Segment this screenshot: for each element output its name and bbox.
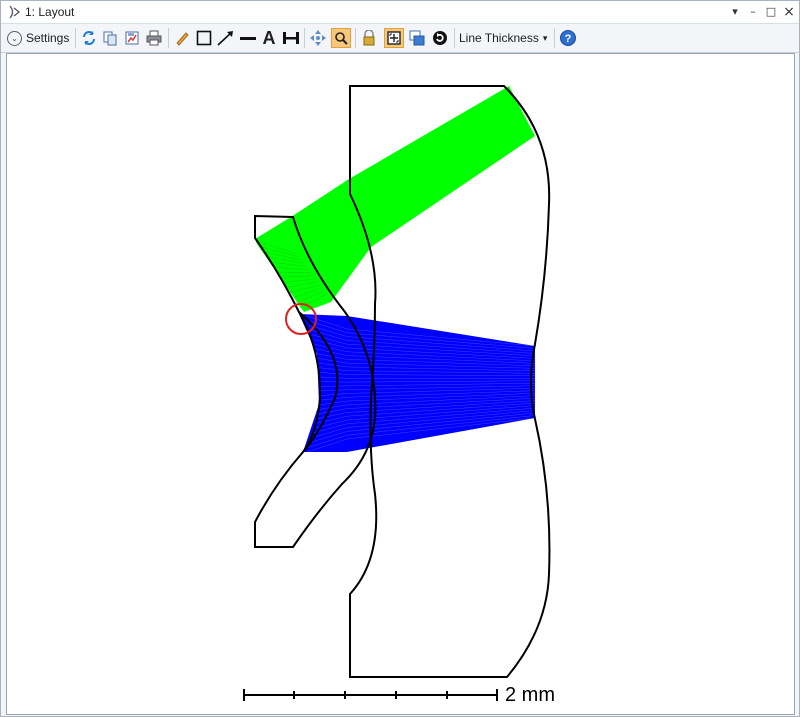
draw-rectangle-button[interactable] — [195, 28, 213, 48]
line-icon — [240, 37, 256, 40]
title-bar: 1: Layout ▾ – □ × — [1, 1, 799, 24]
draw-text-button[interactable]: A — [260, 28, 278, 48]
fit-window-button[interactable] — [384, 28, 404, 48]
toolbar-separator — [355, 28, 356, 48]
maximize-button[interactable]: □ — [762, 3, 780, 21]
draw-line-button[interactable] — [239, 28, 257, 48]
draw-arrow-button[interactable] — [217, 28, 235, 48]
layout-drawing — [243, 85, 551, 701]
toolbar-separator — [454, 28, 455, 48]
pencil-icon — [176, 32, 189, 46]
refresh-icon — [83, 31, 95, 45]
window-title: 1: Layout — [25, 5, 75, 19]
clone-window-icon — [409, 30, 425, 46]
rotate-icon — [433, 31, 447, 45]
chevron-down-icon: ⌄ — [7, 30, 22, 46]
settings-label: Settings — [26, 31, 70, 45]
window-app-icon — [9, 5, 21, 19]
print-icon — [146, 30, 162, 46]
save-icon — [125, 31, 139, 45]
rectangle-icon — [196, 30, 212, 46]
ray-bundle-green — [255, 86, 535, 312]
lock-icon — [363, 30, 375, 46]
svg-text:?: ? — [565, 33, 572, 45]
save-button[interactable] — [123, 28, 141, 48]
scale-bar — [243, 689, 498, 701]
rotate-button[interactable] — [431, 28, 449, 48]
toolbar-separator — [304, 28, 305, 48]
lock-button[interactable] — [360, 28, 378, 48]
toolbar: ⌄ Settings A Line Thickness ▾ ? — [1, 24, 799, 53]
clone-window-button[interactable] — [408, 28, 426, 48]
scale-bar-label: 2 mm — [505, 684, 555, 706]
copy-button[interactable] — [101, 28, 119, 48]
ray-bundle-blue — [299, 314, 536, 453]
zoom-button[interactable] — [331, 28, 351, 48]
copy-icon — [103, 31, 117, 46]
help-icon: ? — [560, 30, 576, 46]
settings-button[interactable]: ⌄ Settings — [7, 28, 69, 48]
layout-canvas[interactable]: 2 mm — [6, 53, 795, 715]
toolbar-separator — [554, 28, 555, 48]
toolbar-separator — [75, 28, 76, 48]
toolbar-separator — [168, 28, 169, 48]
line-thickness-label: Line Thickness — [459, 31, 539, 45]
draw-pencil-button[interactable] — [173, 28, 191, 48]
minimize-button[interactable]: – — [744, 3, 762, 21]
zoom-icon — [335, 32, 348, 45]
refresh-button[interactable] — [80, 28, 98, 48]
help-button[interactable]: ? — [559, 28, 577, 48]
draw-dimension-button[interactable] — [282, 28, 300, 48]
pan-icon — [310, 30, 326, 46]
arrow-icon — [217, 31, 233, 46]
window-menu-button[interactable]: ▾ — [726, 3, 744, 21]
fit-window-icon — [387, 31, 401, 45]
pan-button[interactable] — [309, 28, 327, 48]
dimension-icon — [283, 32, 299, 44]
line-thickness-dropdown[interactable]: Line Thickness ▾ — [459, 28, 547, 48]
chevron-down-icon: ▾ — [542, 32, 548, 43]
close-button[interactable]: × — [780, 3, 798, 21]
print-button[interactable] — [145, 28, 163, 48]
layout-window: 1: Layout ▾ – □ × ⌄ Settings A Line Thic… — [0, 0, 800, 717]
text-icon: A — [262, 27, 276, 48]
